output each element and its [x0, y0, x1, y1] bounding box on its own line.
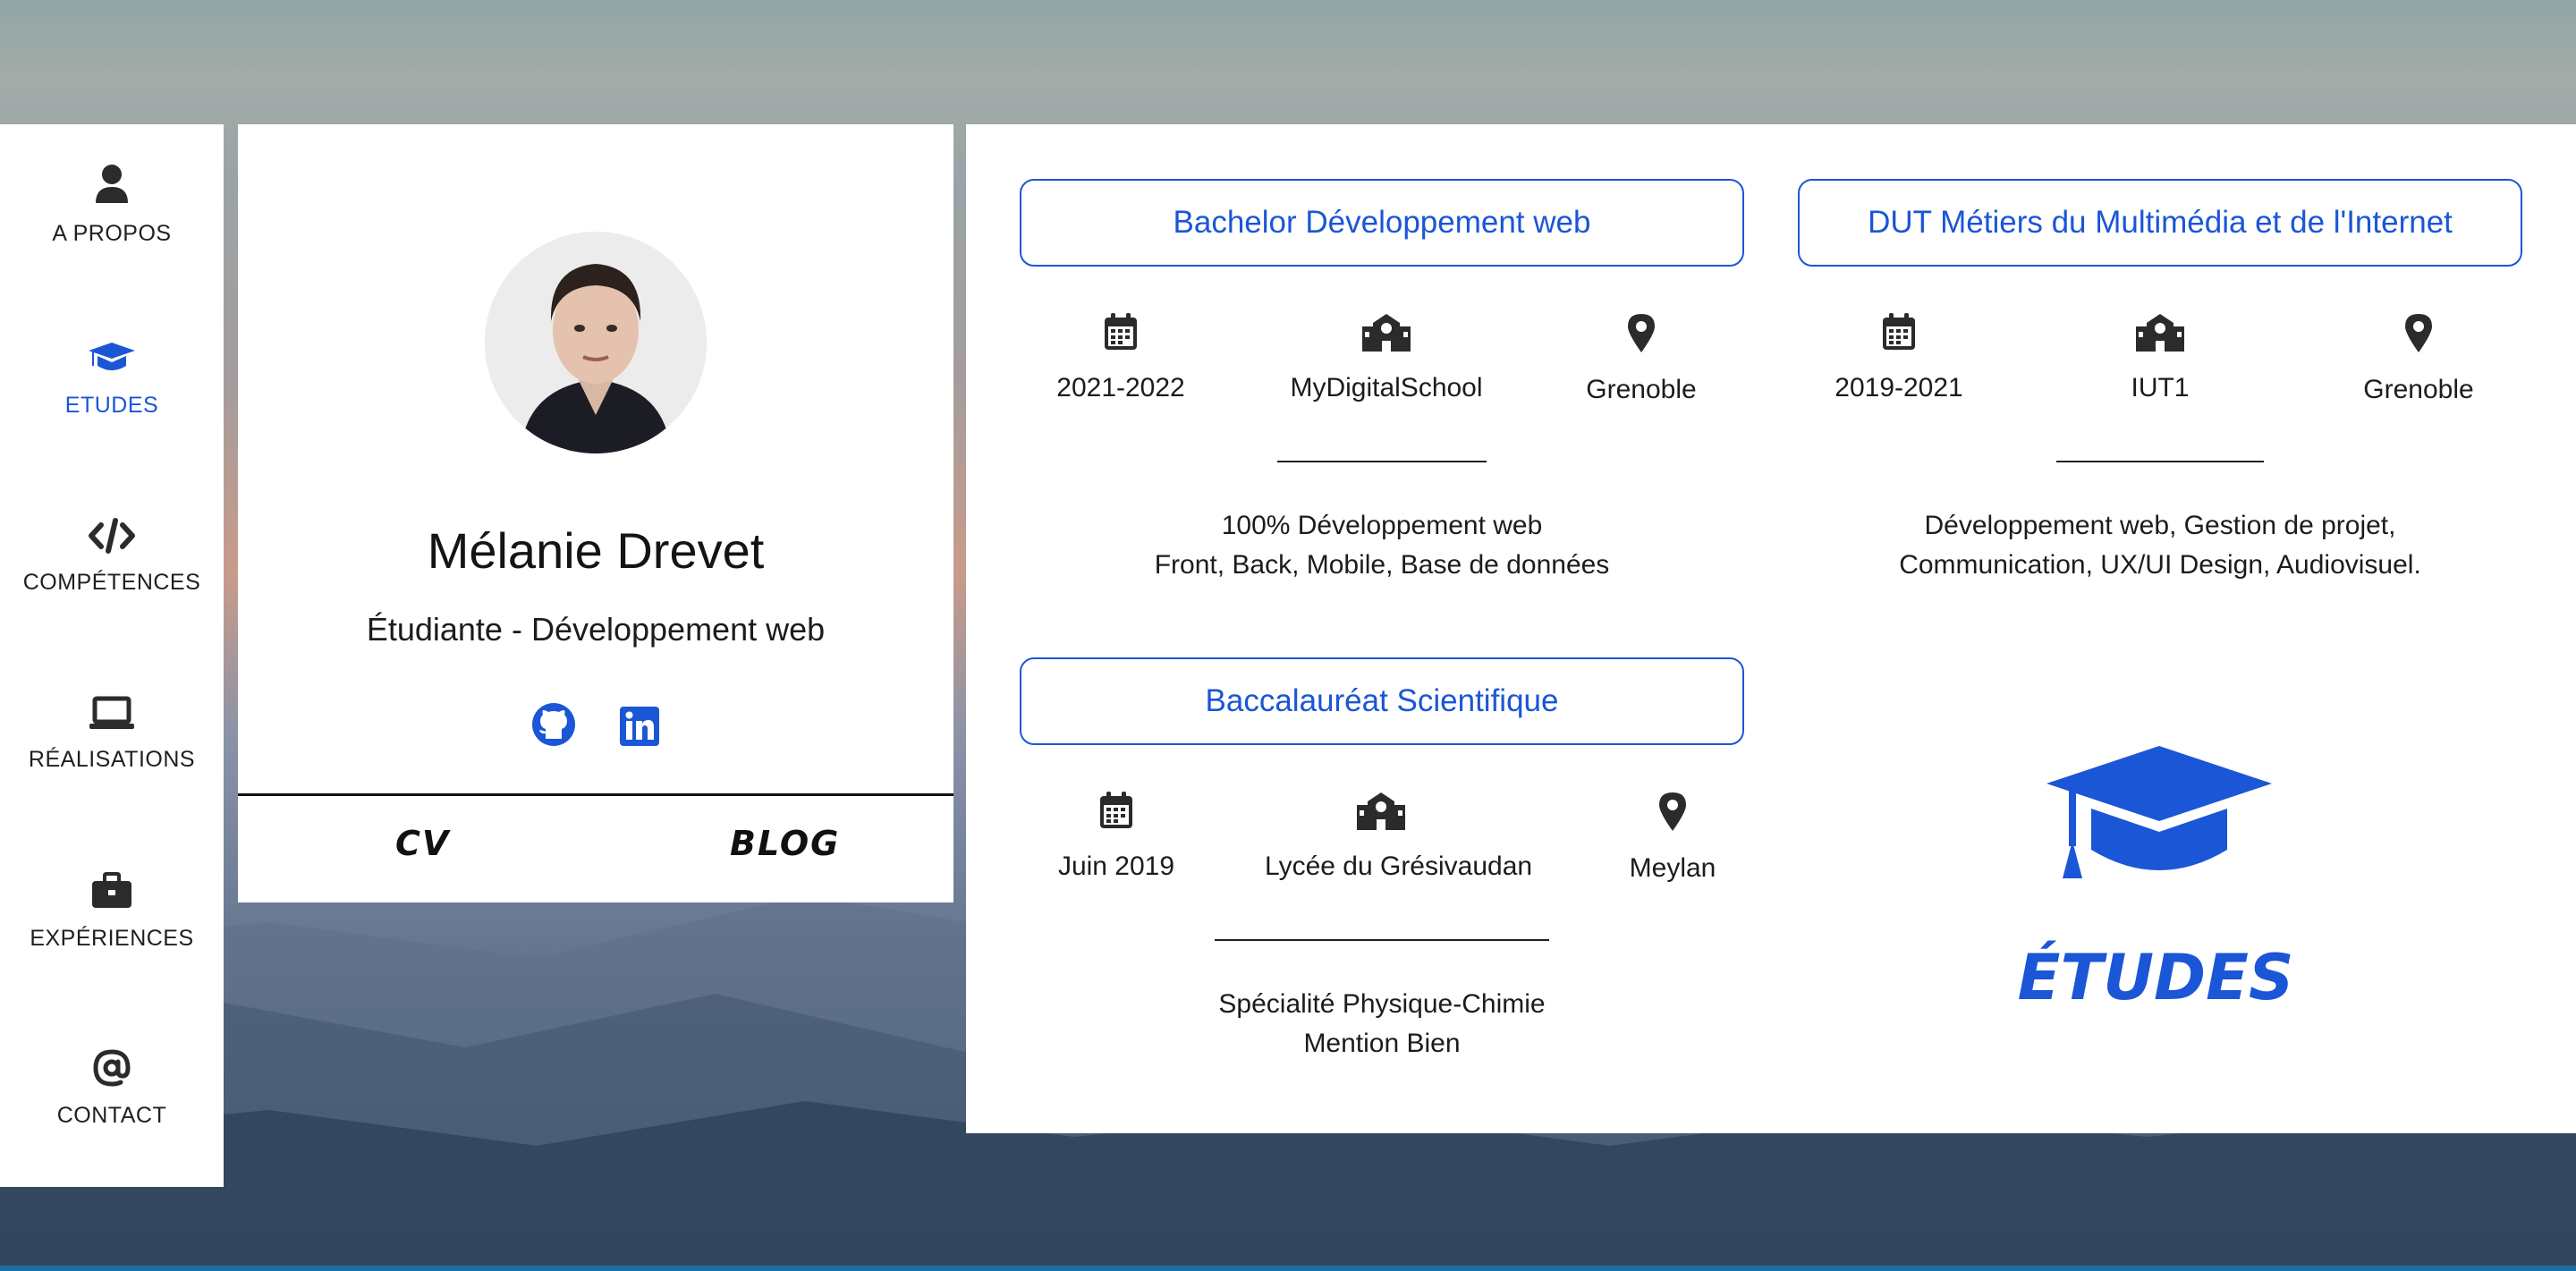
edu-city-text: Grenoble [2363, 375, 2474, 404]
graduation-cap-icon [2045, 744, 2274, 888]
edu-city: Meylan [1556, 791, 1789, 884]
edu-desc-line: Front, Back, Mobile, Base de données [1154, 550, 1610, 580]
calendar-icon [1000, 791, 1233, 830]
school-icon [1265, 791, 1497, 830]
section-label: ÉTUDES [2017, 941, 2294, 1014]
edu-years: Juin 2019 [1000, 791, 1233, 882]
github-icon[interactable] [531, 702, 576, 751]
sidebar-item-contact[interactable]: CONTACT [0, 1049, 224, 1226]
sidebar-item-label: A PROPOS [52, 221, 172, 246]
calendar-icon [1004, 312, 1237, 352]
edu-school-text: MyDigitalSchool [1290, 373, 1483, 402]
cv-link[interactable]: CV [395, 824, 450, 863]
edu-city-text: Meylan [1629, 853, 1716, 883]
profile-name: Mélanie Drevet [427, 522, 765, 579]
sidebar-item-label: EXPÉRIENCES [30, 926, 194, 951]
blog-link[interactable]: BLOG [730, 824, 840, 863]
at-icon [0, 1049, 224, 1087]
edu-description: Spécialité Physique-Chimie Mention Bien [1020, 985, 1744, 1063]
edu-school: IUT1 [2044, 312, 2276, 403]
profile-subtitle: Étudiante - Développement web [366, 611, 826, 648]
sidebar-item-label: COMPÉTENCES [22, 570, 201, 595]
avatar [485, 232, 707, 453]
sidebar-item-competences[interactable]: COMPÉTENCES [0, 518, 224, 695]
sidebar-item-a-propos[interactable]: A PROPOS [0, 164, 224, 341]
linkedin-icon[interactable] [619, 706, 660, 751]
map-pin-icon [1556, 791, 1789, 832]
edu-title-bachelor: Bachelor Développement web [1020, 179, 1744, 267]
edu-city: Grenoble [2302, 312, 2535, 405]
sidebar-item-label: CONTACT [56, 1103, 167, 1128]
profile-card: Mélanie Drevet Étudiante - Développement… [238, 124, 953, 902]
edu-desc-line: Mention Bien [1303, 1029, 1461, 1058]
social-links [238, 702, 953, 751]
edu-desc-line: 100% Développement web [1221, 511, 1543, 540]
edu-years: 2019-2021 [1783, 312, 2015, 403]
edu-desc-line: Communication, UX/UI Design, Audiovisuel… [1899, 550, 2421, 580]
school-icon [1270, 312, 1503, 352]
edu-title-bac: Baccalauréat Scientifique [1020, 657, 1744, 745]
edu-school-text: IUT1 [2131, 373, 2190, 402]
sidebar-nav: A PROPOS ETUDES COMPÉTENCES RÉALISATIONS… [0, 124, 224, 1187]
edu-city: Grenoble [1525, 312, 1758, 405]
edu-years: 2021-2022 [1004, 312, 1237, 403]
sidebar-item-experiences[interactable]: EXPÉRIENCES [0, 872, 224, 1049]
edu-desc-line: Spécialité Physique-Chimie [1218, 989, 1546, 1019]
sidebar-item-realisations[interactable]: RÉALISATIONS [0, 695, 224, 872]
bottom-accent-line [0, 1266, 2576, 1271]
edu-separator [1277, 461, 1487, 462]
graduation-cap-icon [0, 341, 224, 377]
edu-title-dut: DUT Métiers du Multimédia et de l'Intern… [1798, 179, 2522, 267]
sidebar-item-label: RÉALISATIONS [28, 747, 196, 772]
edu-years-text: 2019-2021 [1835, 373, 1963, 402]
edu-separator [1215, 939, 1549, 941]
map-pin-icon [1525, 312, 1758, 353]
sidebar-item-etudes[interactable]: ETUDES [0, 341, 224, 518]
user-icon [0, 164, 224, 205]
edu-description: Développement web, Gestion de projet, Co… [1798, 506, 2522, 585]
edu-city-text: Grenoble [1586, 375, 1697, 404]
school-icon [2044, 312, 2276, 352]
edu-description: 100% Développement web Front, Back, Mobi… [1020, 506, 1744, 585]
briefcase-icon [0, 872, 224, 910]
edu-desc-line: Développement web, Gestion de projet, [1924, 511, 2396, 540]
card-divider [238, 793, 953, 796]
edu-years-text: Juin 2019 [1057, 852, 1175, 881]
sidebar-item-label: ETUDES [64, 393, 159, 418]
map-pin-icon [2302, 312, 2535, 353]
edu-years-text: 2021-2022 [1056, 373, 1185, 402]
edu-school: Lycée du Grésivaudan [1265, 791, 1533, 882]
edu-separator [2056, 461, 2264, 462]
laptop-icon [0, 695, 224, 731]
code-icon [0, 518, 224, 554]
calendar-icon [1783, 312, 2015, 352]
edu-school: MyDigitalSchool [1270, 312, 1503, 403]
edu-school-text: Lycée du Grésivaudan [1265, 852, 1533, 881]
